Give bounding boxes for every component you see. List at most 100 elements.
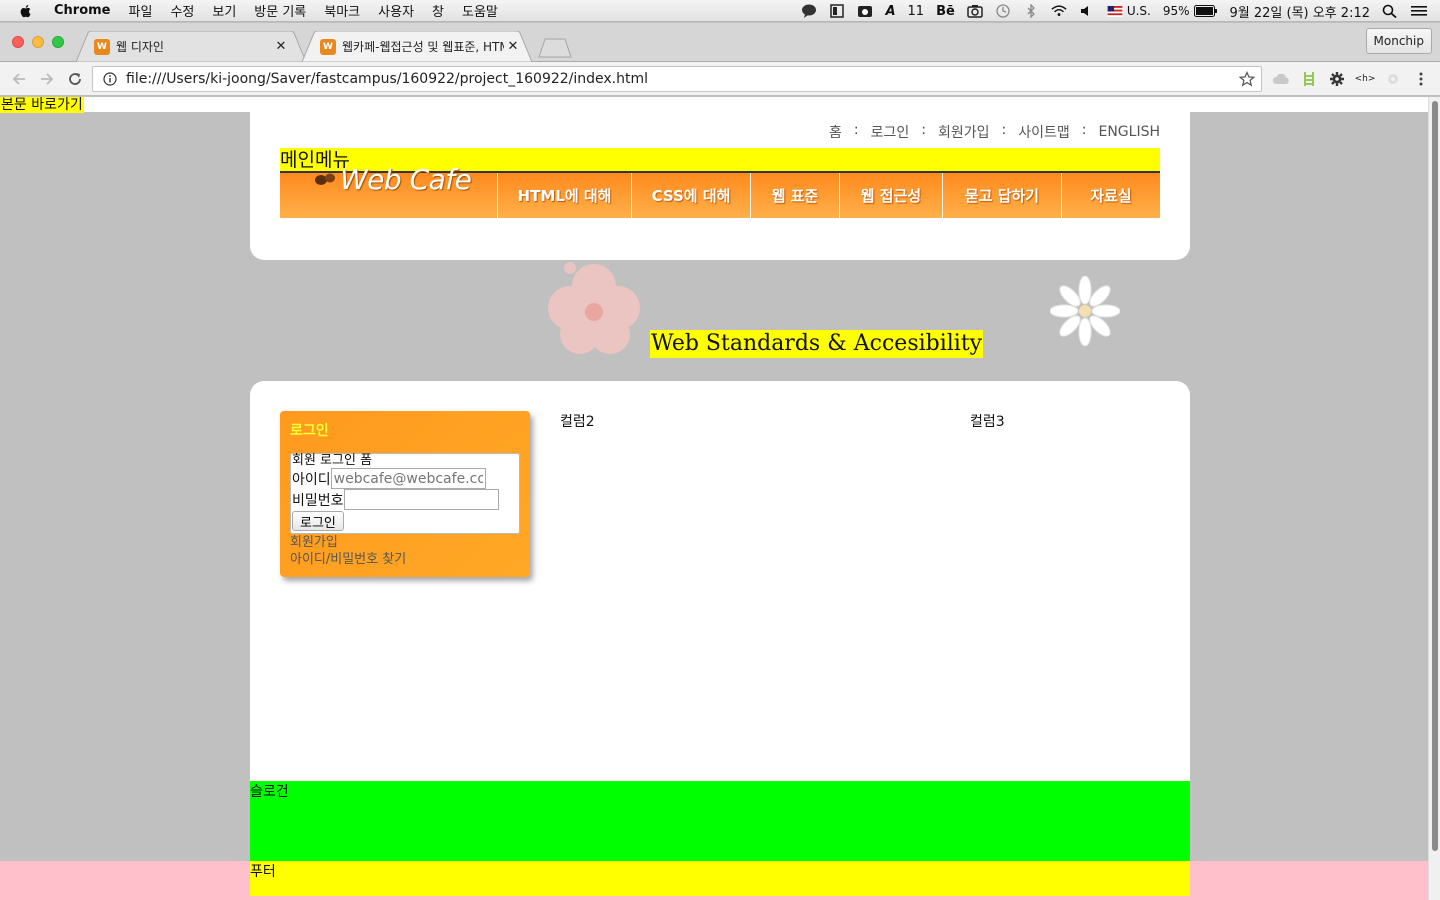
bluetooth-icon[interactable] — [1023, 4, 1039, 18]
gnb-item-web-standards[interactable]: 웹 표준 — [750, 173, 839, 218]
webcafe-favicon-icon: W — [94, 38, 110, 55]
window-zoom-button[interactable] — [52, 36, 64, 48]
profile-button[interactable]: Monchip — [1365, 28, 1432, 54]
find-account-link[interactable]: 아이디/비밀번호 찾기 — [290, 551, 406, 568]
util-login-link[interactable]: 로그인 — [871, 122, 910, 142]
wifi-icon[interactable] — [1051, 4, 1067, 18]
chrome-menu-icon[interactable] — [1412, 70, 1430, 88]
menubar-history[interactable]: 방문 기록 — [254, 1, 306, 20]
slogan-text: 슬로건 — [250, 784, 289, 800]
us-flag-icon[interactable] — [1107, 5, 1123, 17]
id-label: 아이디 — [292, 471, 331, 488]
menubar-window[interactable]: 창 — [432, 1, 444, 20]
spotlight-search-icon[interactable] — [1382, 4, 1398, 18]
volume-icon[interactable] — [1079, 4, 1095, 18]
ladder-extension-icon[interactable] — [1300, 70, 1318, 88]
info-icon[interactable] — [100, 72, 120, 86]
gnb-item-css[interactable]: CSS에 대해 — [631, 173, 750, 218]
login-links: 회원가입 아이디/비밀번호 찾기 — [290, 534, 406, 568]
main-visual: Web Standards & Accesibility — [250, 260, 1190, 380]
browser-tab[interactable]: W 웹 디자인 ✕ — [76, 31, 306, 62]
page-scrollbar[interactable] — [1428, 97, 1440, 900]
macos-menubar: Chrome 파일 수정 보기 방문 기록 북마크 사용자 창 도움말 A 11… — [0, 0, 1440, 22]
tab-close-icon[interactable]: ✕ — [504, 39, 522, 54]
cloud-extension-icon[interactable] — [1272, 70, 1290, 88]
menubar-clock[interactable]: 9월 22일 (목) 오후 2:12 — [1230, 2, 1370, 21]
window-minimize-button[interactable] — [32, 36, 44, 48]
util-join-link[interactable]: 회원가입 — [938, 122, 990, 142]
menubar-edit[interactable]: 수정 — [170, 1, 194, 20]
password-input[interactable] — [343, 489, 499, 510]
tab-title: 웹 디자인 — [116, 40, 164, 54]
menubar-status-area: A 11 Bē U.S. 95% 9월 22일 (목) 오후 2:12 — [801, 0, 1440, 22]
apple-icon[interactable] — [18, 3, 34, 19]
forward-button[interactable] — [36, 68, 58, 90]
html-tag-extension-icon[interactable]: <h> — [1355, 70, 1376, 88]
slogan-section: 슬로건 — [250, 781, 1190, 861]
page-viewport: 본문 바로가기 홈 : 로그인 : 회원가입 : 사이트맵 : ENGLISH … — [0, 97, 1428, 900]
battery-icon[interactable] — [1193, 5, 1218, 17]
gray-gear-extension-icon[interactable] — [1384, 70, 1402, 88]
adobe-count: 11 — [907, 3, 925, 19]
login-form: 회원 로그인 폼 아이디 비밀번호 로그인 — [290, 453, 520, 534]
battery-percent: 95% — [1162, 4, 1190, 18]
login-submit-button[interactable]: 로그인 — [292, 511, 344, 531]
util-separator: : — [853, 122, 859, 138]
menubar-help[interactable]: 도움말 — [462, 1, 498, 20]
main-content: 로그인 회원 로그인 폼 아이디 비밀번호 로그인 회원가입 아이디/비밀번호 … — [250, 381, 1190, 781]
settings-extension-icon[interactable] — [1328, 70, 1346, 88]
address-bar[interactable]: file:///Users/ki-joong/Saver/fastcampus/… — [92, 66, 1262, 92]
menubar-people[interactable]: 사용자 — [378, 1, 414, 20]
util-english-link[interactable]: ENGLISH — [1098, 122, 1160, 142]
address-url[interactable]: file:///Users/ki-joong/Saver/fastcampus/… — [126, 71, 1239, 87]
site-header: 홈 : 로그인 : 회원가입 : 사이트맵 : ENGLISH 메인메뉴 Web… — [250, 112, 1190, 260]
menubar-file[interactable]: 파일 — [129, 1, 153, 20]
id-input[interactable] — [330, 468, 486, 489]
tab-close-icon[interactable]: ✕ — [272, 39, 290, 54]
back-arrow-icon — [12, 73, 25, 85]
password-row: 비밀번호 — [292, 489, 519, 510]
back-button[interactable] — [8, 68, 30, 90]
camera-lock-icon[interactable] — [857, 4, 873, 18]
time-machine-icon[interactable] — [995, 4, 1011, 18]
gnb-item-archive[interactable]: 자료실 — [1061, 173, 1160, 218]
utility-nav: 홈 : 로그인 : 회원가입 : 사이트맵 : ENGLISH — [829, 122, 1160, 142]
screenshot-camera-icon[interactable] — [967, 4, 983, 18]
notification-center-icon[interactable] — [1410, 4, 1428, 18]
skip-to-content-link[interactable]: 본문 바로가기 — [0, 97, 84, 113]
login-panel: 로그인 회원 로그인 폼 아이디 비밀번호 로그인 회원가입 아이디/비밀번호 … — [280, 411, 530, 577]
menubar-view[interactable]: 보기 — [212, 1, 236, 20]
browser-tab-active[interactable]: W 웹카페-웹접근성 및 웹표준, HTML5 ✕ — [302, 31, 532, 62]
gnb-item-accessibility[interactable]: 웹 접근성 — [839, 173, 942, 218]
scrollbar-thumb[interactable] — [1432, 101, 1438, 851]
forward-arrow-icon — [41, 73, 54, 85]
coffee-beans-icon — [315, 173, 335, 185]
footer-wrapper: 푸터 — [0, 861, 1428, 900]
menubar-bookmarks[interactable]: 북마크 — [324, 1, 360, 20]
reload-button[interactable] — [64, 68, 86, 90]
input-source-label[interactable]: U.S. — [1127, 4, 1151, 18]
global-navigation: 메인메뉴 Web Cafe HTML에 대해 CSS에 대해 웹 표준 웹 접근… — [280, 148, 1160, 218]
util-sitemap-link[interactable]: 사이트맵 — [1018, 122, 1070, 142]
new-tab-button[interactable] — [537, 38, 573, 58]
site-logo[interactable]: Web Cafe — [314, 162, 472, 196]
menubar-app-name[interactable]: Chrome — [54, 3, 111, 18]
adobe-icon[interactable]: A — [885, 4, 895, 19]
column2-heading: 컬럼2 — [560, 414, 595, 430]
gnb-item-html[interactable]: HTML에 대해 — [497, 173, 631, 218]
join-link[interactable]: 회원가입 — [290, 534, 406, 551]
visual-title: Web Standards & Accesibility — [650, 330, 984, 358]
password-label: 비밀번호 — [292, 492, 344, 509]
gnb-item-qna[interactable]: 묻고 답하기 — [942, 173, 1061, 218]
util-separator: : — [1081, 122, 1087, 138]
chat-bubble-icon[interactable] — [801, 4, 817, 18]
id-row: 아이디 — [292, 468, 519, 489]
notes-icon[interactable] — [829, 4, 845, 18]
window-close-button[interactable] — [12, 36, 24, 48]
daisy-flower-icon — [1050, 276, 1120, 346]
webcafe-favicon-icon: W — [320, 38, 336, 55]
top-white-strip — [0, 97, 1428, 112]
bookmark-star-icon[interactable] — [1239, 71, 1255, 87]
util-home-link[interactable]: 홈 — [829, 122, 842, 142]
behance-icon[interactable]: Bē — [936, 4, 955, 19]
